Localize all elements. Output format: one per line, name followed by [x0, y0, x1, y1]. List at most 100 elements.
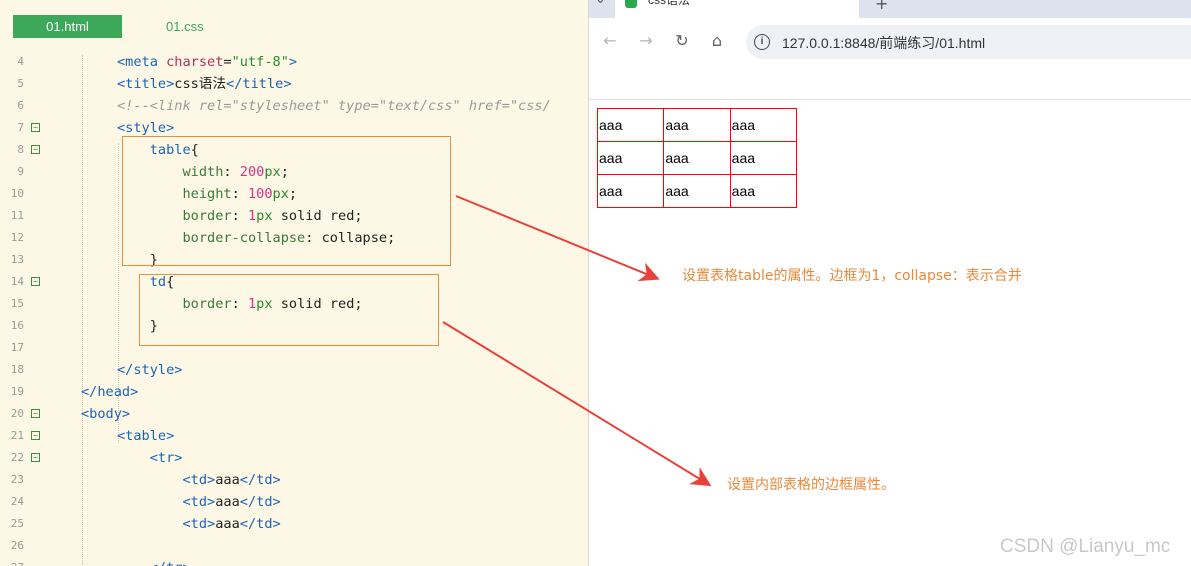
code-text: <!--<link rel="stylesheet" type="text/cs…: [117, 95, 551, 117]
line-number: 21: [10, 429, 24, 442]
line-number: 22: [10, 451, 24, 464]
code-token: css语法: [174, 76, 227, 92]
table-cell: aaa: [596, 174, 665, 208]
fold-toggle-icon[interactable]: −: [31, 453, 40, 462]
table-row: aaa aaa aaa: [596, 174, 798, 208]
info-icon[interactable]: i: [754, 34, 770, 50]
line-number: 23: [10, 473, 24, 486]
code-text: <table>: [117, 425, 174, 447]
line-number: 16: [10, 319, 24, 332]
code-line[interactable]: 26: [0, 535, 588, 557]
code-token: </head>: [81, 384, 139, 400]
fold-toggle-icon[interactable]: −: [31, 123, 40, 132]
line-number: 14: [10, 275, 24, 288]
browser-tab-title: css语法: [648, 0, 691, 7]
fold-toggle-icon[interactable]: −: [31, 409, 40, 418]
code-token: "utf-8": [231, 54, 289, 70]
fold-toggle-icon[interactable]: −: [31, 145, 40, 154]
code-token: <title>: [117, 76, 175, 92]
code-line[interactable]: 23 <td>aaa</td>: [0, 469, 588, 491]
code-line[interactable]: 19 </head>: [0, 381, 588, 403]
line-number: 7: [17, 121, 24, 134]
code-token: <style>: [117, 120, 175, 136]
code-text: <meta charset="utf-8">: [117, 51, 297, 73]
line-number: 11: [10, 209, 24, 222]
code-text: <td>aaa</td>: [117, 491, 280, 513]
forward-arrow-icon[interactable]: →: [635, 30, 657, 52]
address-bar[interactable]: i 127.0.0.1:8848/前端练习/01.html: [746, 25, 1191, 59]
code-text: <td>aaa</td>: [117, 469, 280, 491]
code-line[interactable]: 25 <td>aaa</td>: [0, 513, 588, 535]
table-cell: aaa: [729, 174, 798, 208]
code-line[interactable]: 21− <table>: [0, 425, 588, 447]
code-text: <tr>: [117, 447, 183, 469]
td-annotation-text: 设置内部表格的边框属性。: [727, 477, 895, 493]
code-token: <tr>: [149, 450, 183, 466]
editor-tab-bar: 01.html 01.css: [0, 0, 588, 40]
code-text: </tr>: [117, 557, 191, 566]
line-number: 6: [17, 99, 24, 112]
line-number: 20: [10, 407, 24, 420]
code-line[interactable]: 5 <title>css语法</title>: [0, 73, 588, 95]
line-number: 8: [17, 143, 24, 156]
table-cell: aaa: [663, 108, 731, 142]
code-token: <td>: [182, 472, 216, 488]
code-token: <meta: [117, 54, 167, 70]
code-token: </td>: [239, 516, 281, 532]
code-token: <td>: [182, 494, 216, 510]
table-cell: aaa: [729, 141, 798, 175]
tab-01-css[interactable]: 01.css: [166, 15, 204, 38]
line-number: 26: [10, 539, 24, 552]
reload-icon[interactable]: ↻: [671, 30, 693, 52]
code-text: <body>: [81, 403, 130, 425]
tab-01-html[interactable]: 01.html: [13, 15, 122, 38]
code-token: aaa: [215, 516, 240, 532]
browser-tab[interactable]: css语法 ×: [615, 0, 876, 18]
table-cell: aaa: [663, 141, 731, 175]
code-line[interactable]: 24 <td>aaa</td>: [0, 491, 588, 513]
table-annotation-text: 设置表格table的属性。边框为1，collapse：表示合并: [682, 268, 1022, 284]
code-token: <!--<link rel="stylesheet" type="text/cs…: [117, 98, 551, 114]
code-text: </style>: [117, 359, 182, 381]
home-icon[interactable]: ⌂: [706, 30, 728, 52]
rendered-table: aaa aaa aaa aaa aaa aaa aaa aaa aaa: [596, 108, 798, 208]
favicon-icon: [625, 0, 637, 8]
line-number: 19: [10, 385, 24, 398]
watermark: CSDN @Lianyu_mc: [1000, 536, 1171, 557]
fold-toggle-icon[interactable]: −: [31, 431, 40, 440]
table-rule-highlight-box: [122, 136, 451, 266]
tab-search-icon[interactable]: ⌄: [595, 0, 606, 7]
new-tab-icon[interactable]: +: [875, 0, 888, 13]
code-line[interactable]: 18 </style>: [0, 359, 588, 381]
line-number: 4: [17, 55, 24, 68]
line-number: 5: [17, 77, 24, 90]
fold-toggle-icon[interactable]: −: [31, 277, 40, 286]
url-text[interactable]: 127.0.0.1:8848/前端练习/01.html: [782, 33, 985, 53]
code-line[interactable]: 22− <tr>: [0, 447, 588, 469]
code-text: <title>css语法</title>: [117, 73, 292, 95]
browser-tab-strip: ⌄ css语法 × +: [589, 0, 1191, 18]
line-number: 12: [10, 231, 24, 244]
line-number: 25: [10, 517, 24, 530]
code-line[interactable]: 27 </tr>: [0, 557, 588, 566]
code-token: </tr>: [150, 560, 191, 566]
line-number: 13: [10, 253, 24, 266]
line-number: 9: [17, 165, 24, 178]
code-text: </head>: [81, 381, 138, 403]
code-token: <table>: [117, 428, 175, 444]
code-line[interactable]: 20− <body>: [0, 403, 588, 425]
line-number: 27: [0, 557, 24, 566]
code-token: <td>: [182, 516, 216, 532]
code-line[interactable]: 6 <!--<link rel="stylesheet" type="text/c…: [0, 95, 588, 117]
code-line[interactable]: 4 <meta charset="utf-8">: [0, 51, 588, 73]
line-number: 10: [10, 187, 24, 200]
toolbar-divider: [589, 99, 1191, 100]
back-arrow-icon[interactable]: ←: [599, 30, 621, 52]
code-token: <body>: [81, 406, 131, 422]
td-rule-highlight-box: [139, 274, 439, 346]
code-token: </style>: [117, 362, 183, 378]
